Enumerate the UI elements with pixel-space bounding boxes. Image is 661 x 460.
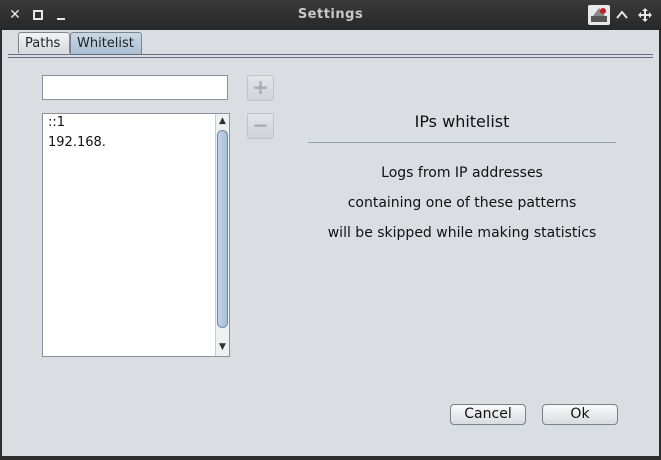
shade-icon[interactable] bbox=[613, 6, 631, 24]
title-bar[interactable]: ✕ Settings bbox=[0, 0, 661, 30]
shade-icon-shape bbox=[616, 10, 628, 19]
list-scrollbar[interactable]: ▲ ▼ bbox=[215, 114, 229, 356]
ip-pattern-input[interactable] bbox=[42, 75, 228, 100]
pin-icon-shape bbox=[638, 8, 652, 22]
scroll-up-icon[interactable]: ▲ bbox=[216, 115, 229, 128]
pin-icon[interactable] bbox=[636, 6, 654, 24]
info-title: IPs whitelist bbox=[414, 112, 510, 131]
app-icon-shape bbox=[591, 8, 607, 22]
list-item[interactable]: ::1 bbox=[48, 114, 65, 132]
tab-whitelist[interactable]: Whitelist bbox=[70, 32, 142, 55]
remove-pattern-button[interactable]: − bbox=[247, 113, 274, 139]
dialog-content: Paths Whitelist + − ::1 192.168. ▲ ▼ IPs… bbox=[2, 30, 659, 456]
list-item[interactable]: 192.168. bbox=[48, 134, 106, 152]
tab-divider bbox=[8, 54, 653, 55]
app-icon[interactable] bbox=[588, 5, 610, 25]
info-separator bbox=[308, 142, 616, 143]
window-title: Settings bbox=[297, 7, 364, 22]
add-pattern-button[interactable]: + bbox=[247, 75, 274, 101]
ok-button[interactable]: Ok bbox=[542, 404, 618, 425]
scroll-thumb[interactable] bbox=[217, 130, 228, 328]
info-line-2: containing one of these patterns bbox=[347, 195, 577, 211]
info-line-3: will be skipped while making statistics bbox=[327, 225, 597, 241]
settings-window: ✕ Settings Paths Whitelist + −::1 192.1… bbox=[0, 0, 661, 460]
info-line-1: Logs from IP addresses bbox=[381, 165, 543, 181]
tab-divider-lower bbox=[8, 57, 653, 58]
cancel-button[interactable]: Cancel bbox=[450, 404, 526, 425]
tab-paths[interactable]: Paths bbox=[18, 32, 70, 53]
whitelist-list[interactable]: ::1 192.168. ▲ ▼ bbox=[42, 113, 230, 357]
scroll-down-icon[interactable]: ▼ bbox=[216, 341, 229, 354]
